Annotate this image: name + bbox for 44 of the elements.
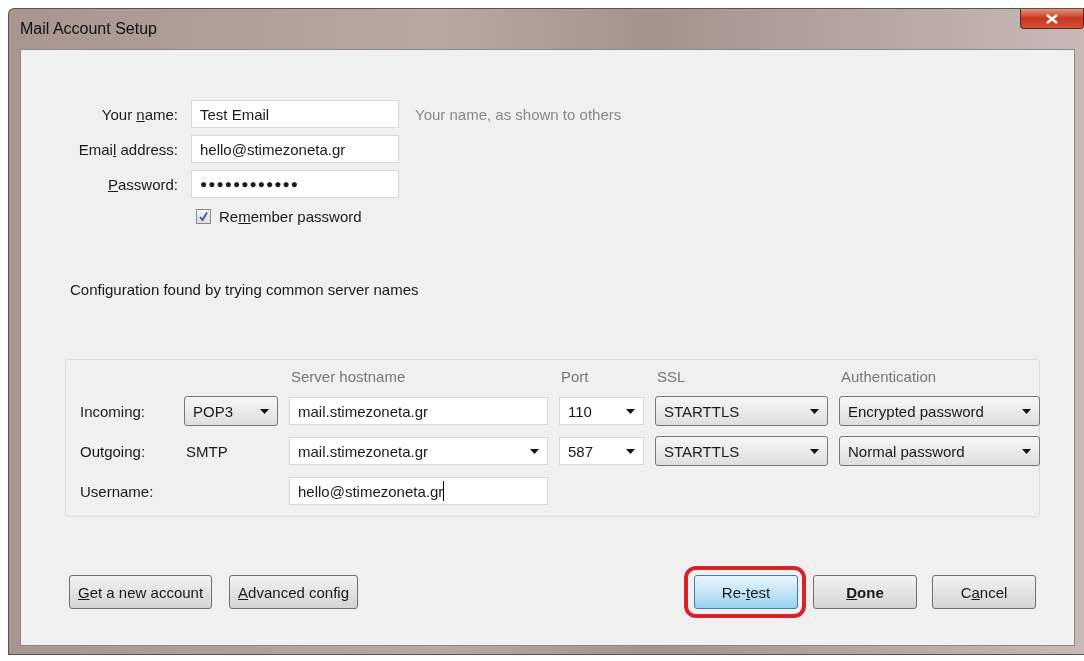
status-message: Configuration found by trying common server names [70,281,420,298]
caret-icon [810,408,819,414]
row-label: Incoming: [80,402,147,420]
dropdown[interactable]: Normal password [839,436,1040,466]
column-header: Server hostname [290,367,407,385]
field-label: Email address: [77,140,178,158]
action-button[interactable]: Re-test [694,575,798,609]
dropdown[interactable]: STARTTLS [655,396,828,426]
row-label: Outgoing: [80,442,147,460]
dropdown[interactable]: STARTTLS [655,436,828,466]
close-button[interactable] [1020,9,1084,29]
caret-icon [626,448,635,454]
protocol-text: SMTP [185,442,229,460]
caret-icon [1022,448,1031,454]
checkbox[interactable] [196,208,211,224]
column-header: SSL [656,367,687,385]
close-icon [1046,13,1058,24]
caret-icon [1022,408,1031,414]
hint-text: Your name, as shown to others [415,105,623,123]
input-field[interactable]: mail.stimezoneta.gr [289,397,548,425]
combo-box[interactable]: mail.stimezoneta.gr [289,437,548,465]
input-field[interactable]: hello@stimezoneta.gr [191,135,399,163]
caret-icon [626,408,635,414]
input-field[interactable]: Test Email [191,100,399,128]
column-header: Port [560,367,590,385]
action-button[interactable]: Done [813,575,917,609]
caret-icon [530,448,539,454]
action-button[interactable]: Cancel [932,575,1036,609]
field-label: Password: [106,175,178,193]
column-header: Authentication [840,367,938,385]
combo-box[interactable]: 110 [559,397,644,425]
field-label: Your name: [100,105,178,123]
action-button[interactable]: Get a new account [69,575,213,609]
dropdown[interactable]: Encrypted password [839,396,1040,426]
checkbox-label: Remember password [219,207,362,225]
row-label: Username: [80,482,155,500]
input-field[interactable]: hello@stimezoneta.gr [289,477,548,505]
dropdown[interactable]: POP3 [184,396,278,426]
caret-icon [260,408,269,414]
window-title: Mail Account Setup [20,20,157,38]
combo-box[interactable]: 587 [559,437,644,465]
caret-icon [810,448,819,454]
action-button[interactable]: Advanced config [229,575,358,609]
password-field[interactable]: ●●●●●●●●●●●● [191,170,399,198]
